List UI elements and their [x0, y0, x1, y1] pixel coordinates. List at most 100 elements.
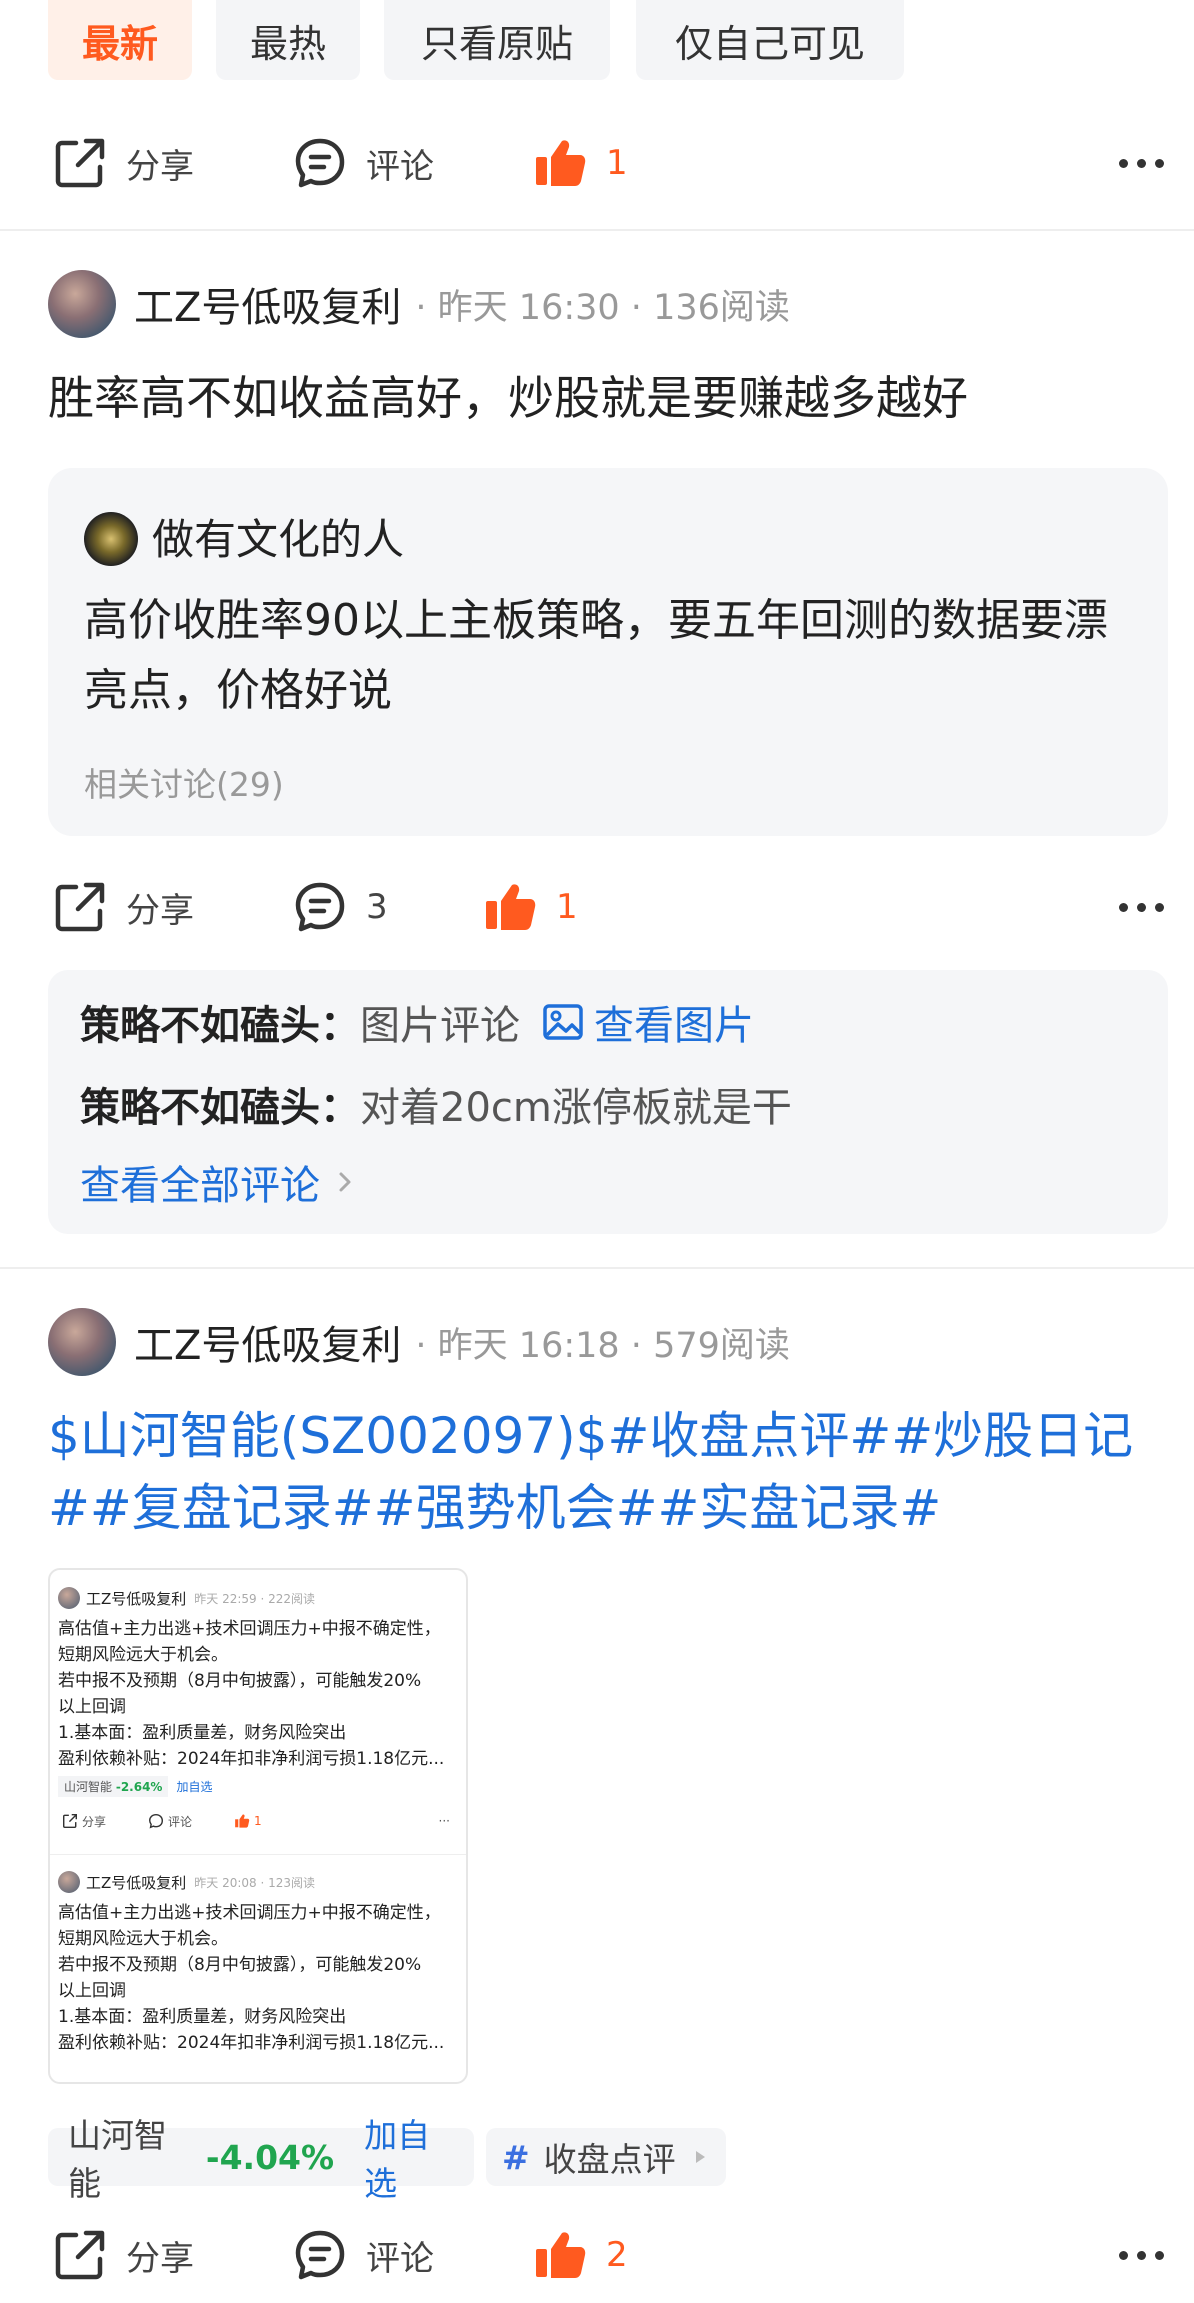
post-time: 昨天 16:18	[437, 1325, 620, 1366]
comment-button[interactable]: 3	[292, 862, 388, 952]
related-discussion-link[interactable]: 相关讨论(29)	[84, 758, 284, 806]
image-text-line: 高估值+主力出逃+技术回调压力+中报不确定性，	[58, 1903, 441, 1923]
comment-user[interactable]: 策略不如磕头：	[80, 1075, 360, 1133]
comment-label: 评论	[366, 146, 434, 187]
stock-name: 山河智能	[68, 2116, 167, 2203]
thumbs-up-icon	[536, 2232, 586, 2278]
comment-button[interactable]: 评论	[292, 2210, 434, 2300]
stock-tag[interactable]: 山河智能 -4.04% 加自选	[48, 2116, 474, 2203]
share-icon	[55, 2230, 105, 2280]
post-header: 工Z号低吸复利 · 昨天 16:18 · 579阅读	[48, 1306, 790, 1378]
image-text-line: 高估值+主力出逃+技术回调压力+中报不确定性，	[58, 1619, 441, 1639]
chevron-right-icon	[339, 1172, 351, 1192]
comments-preview: 策略不如磕头： 图片评论 查看图片 策略不如磕头： 对着20cm涨停板就是干 查…	[48, 970, 1168, 1234]
like-count: 1	[556, 887, 578, 927]
action-bar-top: 分享 评论 1	[0, 118, 1194, 208]
share-button[interactable]: 分享	[52, 862, 194, 952]
stock-change: -4.04%	[205, 2137, 335, 2177]
comment-label: 评论	[168, 1814, 193, 1829]
image-text-line: 短期风险远大于机会。	[58, 1645, 228, 1665]
view-image-label: 查看图片	[594, 1003, 754, 1049]
image-action-bar: 分享 评论 1 ···	[58, 1807, 458, 1835]
image-icon	[543, 1004, 583, 1040]
share-icon	[63, 1814, 77, 1828]
share-button[interactable]: 分享	[52, 2210, 194, 2300]
image-post-item: 工Z号低吸复利 昨天 20:08 · 123阅读 高估值+主力出逃+技术回调压力…	[50, 1854, 466, 2082]
stock-name: 山河智能	[64, 1780, 113, 1794]
image-text-line: 1.基本面：盈利质量差，财务风险突出	[58, 2007, 347, 2027]
post-reads: 579阅读	[653, 1325, 790, 1366]
add-watchlist-label: 加自选	[176, 1780, 213, 1794]
share-icon	[55, 882, 105, 932]
tab-original-only[interactable]: 只看原贴	[384, 0, 610, 80]
quoted-author[interactable]: 做有文化的人	[152, 506, 404, 567]
share-label: 分享	[126, 890, 194, 931]
comment-icon	[295, 2230, 345, 2280]
thumbs-up-icon	[536, 140, 586, 186]
topic-label: 收盘点评	[543, 2140, 676, 2179]
action-bar-post2: 分享 评论 2	[0, 2210, 1194, 2300]
post-text[interactable]: 胜率高不如收益高好，炒股就是要赚越多越好	[48, 362, 1168, 434]
post-meta: 昨天 20:08 · 123阅读	[194, 1875, 316, 1890]
post-time: 昨天 16:30	[437, 287, 620, 328]
post-image[interactable]: 工Z号低吸复利 昨天 22:59 · 222阅读 高估值+主力出逃+技术回调压力…	[48, 1568, 468, 2084]
like-count: 1	[606, 143, 628, 183]
more-menu-icon[interactable]	[1119, 2210, 1164, 2300]
more-menu-icon: ···	[438, 1814, 450, 1828]
post-reads: 136阅读	[653, 287, 790, 328]
triangle-right-icon	[695, 2151, 705, 2163]
author-name[interactable]: 工Z号低吸复利	[134, 1313, 401, 1371]
comment-user[interactable]: 策略不如磕头：	[80, 993, 360, 1051]
view-all-comments-link[interactable]: 查看全部评论	[80, 1152, 358, 1212]
like-count: 1	[254, 1814, 262, 1828]
topic-tag[interactable]: # 收盘点评	[486, 2128, 726, 2186]
avatar	[58, 1587, 80, 1609]
comment-count: 3	[366, 887, 388, 927]
image-text-line: 1.基本面：盈利质量差，财务风险突出	[58, 1723, 347, 1743]
tab-private-only[interactable]: 仅自己可见	[636, 0, 904, 80]
image-text-line: 若中报不及预期（8月中旬披露），可能触发20%	[58, 1955, 422, 1975]
share-button[interactable]: 分享	[52, 118, 194, 208]
like-button[interactable]: 2	[532, 2210, 628, 2300]
divider	[0, 229, 1194, 231]
like-count: 2	[606, 2235, 628, 2275]
more-menu-icon[interactable]	[1119, 118, 1164, 208]
more-menu-icon[interactable]	[1119, 862, 1164, 952]
view-image-link[interactable]: 查看图片	[542, 993, 754, 1051]
quoted-post[interactable]: 做有文化的人 高价收胜率90以上主板策略，要五年回测的数据要漂亮点，价格好说 相…	[48, 468, 1168, 836]
stock-change: -2.64%	[115, 1780, 163, 1794]
comment-button[interactable]: 评论	[292, 118, 434, 208]
post-meta: · 昨天 16:18 · 579阅读	[415, 1325, 790, 1366]
post-title-link[interactable]: $山河智能(SZ002097)$#收盘点评##炒股日记##复盘记录##强势机会#…	[48, 1400, 1178, 1544]
comment-icon	[295, 882, 345, 932]
view-all-comments-label: 查看全部评论	[80, 1163, 320, 1209]
tab-latest[interactable]: 最新	[48, 0, 192, 80]
avatar	[58, 1871, 80, 1893]
like-button[interactable]: 1	[532, 118, 628, 208]
image-text-line: 以上回调	[58, 1697, 126, 1717]
tab-hottest[interactable]: 最热	[216, 0, 360, 80]
thumbs-up-icon	[486, 884, 536, 930]
author-name[interactable]: 工Z号低吸复利	[134, 275, 401, 333]
share-icon	[55, 138, 105, 188]
add-watchlist-button[interactable]: 加自选	[364, 2109, 454, 2205]
hashtag-icon: #	[502, 2137, 530, 2177]
comment-item[interactable]: 策略不如磕头： 对着20cm涨停板就是干	[80, 1072, 792, 1136]
post-header: 工Z号低吸复利 · 昨天 16:30 · 136阅读	[48, 268, 790, 340]
avatar[interactable]	[84, 512, 138, 566]
avatar[interactable]	[48, 1308, 116, 1376]
image-text-line: 若中报不及预期（8月中旬披露），可能触发20%	[58, 1671, 422, 1691]
share-label: 分享	[126, 2238, 194, 2279]
image-text-line: 盈利依赖补贴：2024年扣非净利润亏损1.18亿元...	[58, 1749, 445, 1769]
image-post-item: 工Z号低吸复利 昨天 22:59 · 222阅读 高估值+主力出逃+技术回调压力…	[50, 1570, 466, 1856]
share-label: 分享	[126, 146, 194, 187]
image-text-line: 盈利依赖补贴：2024年扣非净利润亏损1.18亿元...	[58, 2033, 445, 2053]
like-button[interactable]: 1	[482, 862, 578, 952]
author-name: 工Z号低吸复利	[86, 1873, 187, 1892]
comment-icon	[295, 138, 345, 188]
comment-text: 图片评论	[360, 1003, 520, 1049]
image-stock-tag: 山河智能 -2.64% 加自选	[58, 1776, 458, 1797]
avatar[interactable]	[48, 270, 116, 338]
comment-item[interactable]: 策略不如磕头： 图片评论 查看图片	[80, 990, 754, 1054]
image-text-line: 短期风险远大于机会。	[58, 1929, 228, 1949]
